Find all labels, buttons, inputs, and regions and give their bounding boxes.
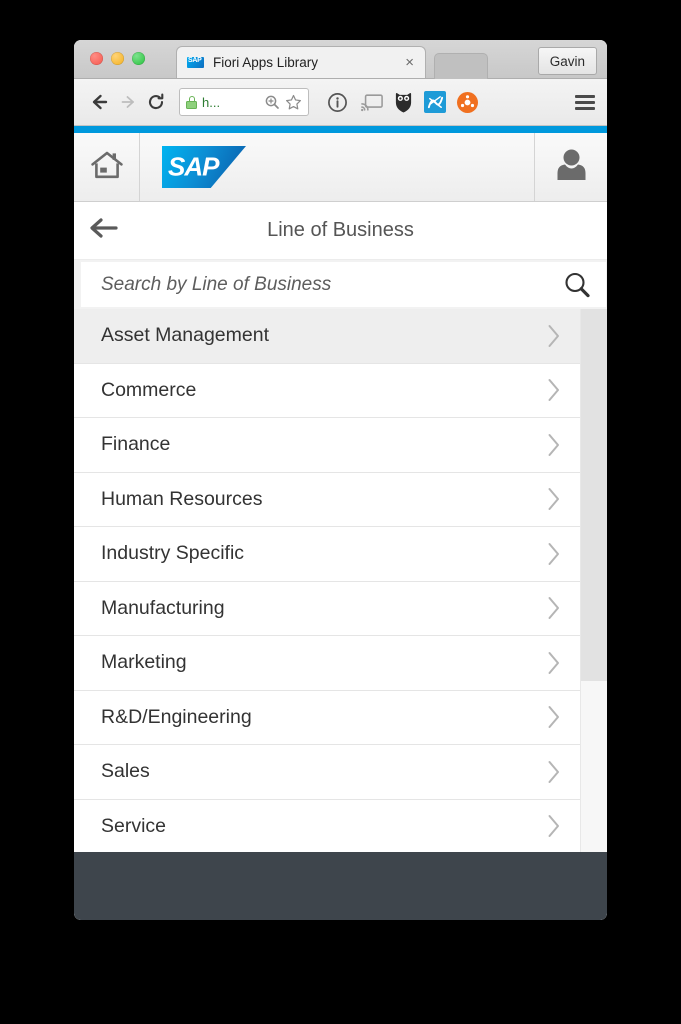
chevron-right-icon <box>528 432 580 458</box>
chevron-right-icon <box>528 323 580 349</box>
extension-icons <box>326 91 575 114</box>
avatar-icon <box>556 148 587 186</box>
chevron-right-icon <box>528 813 580 839</box>
accent-bar <box>74 126 607 133</box>
list-item[interactable]: Marketing <box>74 636 580 691</box>
close-tab-icon[interactable]: × <box>400 55 419 70</box>
list-item[interactable]: Finance <box>74 418 580 473</box>
browser-tab-active[interactable]: Fiori Apps Library × <box>176 46 426 78</box>
page-back-button[interactable] <box>74 216 136 245</box>
chevron-right-icon <box>528 486 580 512</box>
list-item[interactable]: Industry Specific <box>74 527 580 582</box>
screenshot-root: Fiori Apps Library × Gavin <box>0 0 681 1024</box>
page-footer-bar <box>74 852 607 920</box>
sap-shell-header: SAP <box>74 133 607 202</box>
window-controls <box>90 52 145 65</box>
list-item[interactable]: Asset Management <box>74 309 580 364</box>
user-button[interactable] <box>534 133 607 201</box>
list-item-label: Finance <box>101 433 171 456</box>
list-item[interactable]: Service <box>74 799 580 852</box>
list-item[interactable]: Manufacturing <box>74 581 580 636</box>
home-icon <box>90 150 124 185</box>
browser-tabstrip: Fiori Apps Library × Gavin <box>74 40 607 79</box>
chevron-right-icon <box>528 541 580 567</box>
url-text: h... <box>202 94 221 110</box>
chevron-right-icon <box>528 377 580 403</box>
browser-window: Fiori Apps Library × Gavin <box>74 40 607 920</box>
list-item-label: R&D/Engineering <box>101 705 252 728</box>
sap-favicon-icon <box>187 57 204 68</box>
secure-lock-icon <box>186 95 197 109</box>
search-region <box>74 260 607 309</box>
back-icon[interactable] <box>86 88 114 116</box>
list-item-label: Marketing <box>101 651 187 674</box>
search-box[interactable] <box>81 262 606 307</box>
list-item[interactable]: R&D/Engineering <box>74 690 580 745</box>
zoom-in-icon[interactable] <box>264 94 280 110</box>
sap-logo-link[interactable]: SAP <box>140 133 534 201</box>
owl-icon[interactable] <box>394 92 413 113</box>
info-circle-icon[interactable] <box>326 91 349 114</box>
list-item[interactable]: Commerce <box>74 363 580 418</box>
sap-logo: SAP <box>162 146 246 188</box>
profile-button[interactable]: Gavin <box>537 47 597 75</box>
home-button[interactable] <box>74 133 140 201</box>
address-bar[interactable]: h... <box>179 88 309 116</box>
orange-circle-icon[interactable] <box>457 91 478 113</box>
minimize-window-button[interactable] <box>111 52 124 65</box>
search-input[interactable] <box>99 272 562 297</box>
magnifier-icon[interactable] <box>562 270 592 300</box>
reload-icon[interactable] <box>142 88 170 116</box>
list-item[interactable]: Human Resources <box>74 472 580 527</box>
blue-scribble-icon[interactable] <box>424 91 446 113</box>
arrow-left-icon <box>89 216 121 245</box>
list-item-label: Asset Management <box>101 324 270 347</box>
browser-menu-icon[interactable] <box>575 94 595 110</box>
chevron-right-icon <box>528 759 580 785</box>
cast-icon[interactable] <box>360 91 383 114</box>
forward-icon[interactable] <box>114 88 142 116</box>
maximize-window-button[interactable] <box>132 52 145 65</box>
chevron-right-icon <box>528 595 580 621</box>
list-item-label: Manufacturing <box>101 596 225 619</box>
list-item-label: Human Resources <box>101 487 263 510</box>
line-of-business-list: Asset Management Commerce Finance Human Res… <box>74 309 580 852</box>
sap-logo-text: SAP <box>168 151 219 182</box>
new-tab-button[interactable] <box>434 53 488 79</box>
list-scrollbar[interactable] <box>580 309 607 852</box>
scrollbar-thumb[interactable] <box>581 309 607 681</box>
browser-toolbar: h... <box>74 79 607 126</box>
line-of-business-list-region: Asset Management Commerce Finance Human Res… <box>74 309 607 852</box>
page-title: Line of Business <box>267 219 414 241</box>
page-content: SAP Line of Business Search by Line of B… <box>74 126 607 920</box>
chevron-right-icon <box>528 650 580 676</box>
close-window-button[interactable] <box>90 52 103 65</box>
bookmark-star-icon[interactable] <box>285 94 302 111</box>
list-item[interactable]: Sales <box>74 745 580 800</box>
page-title-bar: Line of Business <box>74 202 607 260</box>
tab-title: Fiori Apps Library <box>213 55 319 70</box>
list-item-label: Commerce <box>101 378 197 401</box>
chevron-right-icon <box>528 704 580 730</box>
list-item-label: Sales <box>101 760 150 783</box>
list-item-label: Industry Specific <box>101 542 245 565</box>
list-item-label: Service <box>101 814 167 837</box>
